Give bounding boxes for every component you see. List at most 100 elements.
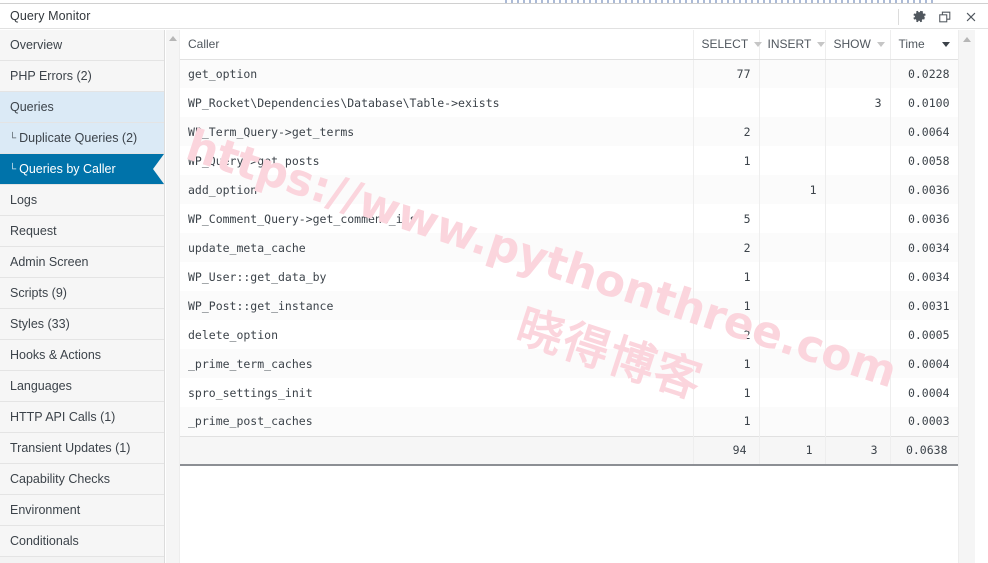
content-scrollbar[interactable] [958, 30, 975, 563]
sidebar-item-label: Languages [10, 379, 72, 393]
cell-select: 2 [693, 320, 760, 349]
cell-show [825, 291, 891, 320]
restore-button[interactable] [932, 5, 958, 29]
column-header-caller[interactable]: Caller [180, 30, 694, 60]
restore-icon [938, 10, 952, 24]
gear-icon [912, 9, 927, 24]
cell-select: 5 [693, 204, 760, 233]
sidebar-item-logs[interactable]: Logs [0, 185, 164, 216]
sidebar-item-label: Capability Checks [10, 472, 111, 486]
settings-button[interactable] [906, 5, 932, 29]
cell-select: 1 [693, 349, 760, 378]
caller-link[interactable]: add_option [180, 175, 694, 204]
sidebar-item-queries[interactable]: Queries [0, 92, 164, 123]
sidebar-item-label: Styles (33) [10, 317, 70, 331]
cell-insert [759, 378, 826, 407]
sidebar-item-hooks-actions[interactable]: Hooks & Actions [0, 340, 164, 371]
filter-caret-icon[interactable] [754, 41, 763, 47]
cell-insert [759, 291, 826, 320]
sidebar-item-overview[interactable]: Overview [0, 30, 164, 61]
sidebar-item-label: Overview [10, 38, 63, 52]
cell-insert [759, 88, 826, 117]
cell-insert [759, 117, 826, 146]
column-header-label: SHOW [833, 37, 871, 52]
cell-select: 1 [693, 291, 760, 320]
table-row: WP_Post::get_instance 1 0.0031 [180, 291, 959, 320]
cell-select: 1 [693, 378, 760, 407]
sidebar-item-label: Conditionals [10, 534, 79, 548]
cell-time: 0.0031 [890, 291, 959, 320]
caller-link[interactable]: WP_Post::get_instance [180, 291, 694, 320]
sidebar-item-styles-33[interactable]: Styles (33) [0, 309, 164, 340]
cell-time: 0.0036 [890, 175, 959, 204]
column-header-label: Time [898, 37, 925, 52]
sidebar-item-request[interactable]: Request [0, 216, 164, 247]
column-header-insert[interactable]: INSERT [759, 30, 826, 60]
cell-time: 0.0005 [890, 320, 959, 349]
sidebar-item-label: Environment [10, 503, 81, 517]
cell-show [825, 233, 891, 262]
cell-show [825, 146, 891, 175]
cell-select: 1 [693, 146, 760, 175]
content-left-gutter[interactable] [166, 30, 180, 563]
caller-link[interactable]: _prime_post_caches [180, 407, 694, 436]
cell-show [825, 407, 891, 436]
cell-show [825, 117, 891, 146]
caller-link[interactable]: _prime_term_caches [180, 349, 694, 378]
sidebar-item-environment[interactable]: Environment [0, 495, 164, 526]
table-row: WP_Term_Query->get_terms 2 0.0064 [180, 117, 959, 146]
column-header-select[interactable]: SELECT [693, 30, 763, 60]
caller-link[interactable]: WP_Comment_Query->get_comment_ids [180, 204, 694, 233]
column-header-show[interactable]: SHOW [825, 30, 891, 60]
caller-link[interactable]: spro_settings_init [180, 378, 694, 407]
scroll-up-arrow-icon[interactable] [169, 36, 177, 41]
cell-show [825, 204, 891, 233]
titlebar-divider [898, 8, 899, 25]
cell-select: 1 [693, 262, 760, 291]
titlebar-controls [896, 4, 984, 29]
sidebar-item-capability-checks[interactable]: Capability Checks [0, 464, 164, 495]
sort-desc-icon[interactable] [941, 41, 950, 47]
cell-time: 0.0034 [890, 233, 959, 262]
caller-link[interactable]: WP_Rocket\Dependencies\Database\Table->e… [180, 88, 694, 117]
total-select: 94 [693, 435, 760, 466]
table-row: _prime_post_caches 1 0.0003 [180, 407, 959, 436]
caller-link[interactable]: delete_option [180, 320, 694, 349]
sidebar-item-label: Queries by Caller [19, 162, 116, 176]
filter-caret-icon[interactable] [817, 41, 826, 47]
sidebar-item-php-errors-2[interactable]: PHP Errors (2) [0, 61, 164, 92]
panel-right-edge [975, 30, 988, 563]
cell-show [825, 59, 891, 88]
sidebar-item-transient-updates-1[interactable]: Transient Updates (1) [0, 433, 164, 464]
sidebar-item-label: Logs [10, 193, 38, 207]
close-button[interactable] [958, 5, 984, 29]
cell-select [693, 175, 760, 204]
sidebar-item-duplicate-queries-2[interactable]: └ Duplicate Queries (2) [0, 123, 164, 154]
caller-link[interactable]: WP_Query->get_posts [180, 146, 694, 175]
cell-show [825, 349, 891, 378]
panel-titlebar: Query Monitor [0, 4, 988, 29]
caller-link[interactable]: update_meta_cache [180, 233, 694, 262]
cell-insert [759, 320, 826, 349]
sidebar-item-http-api-calls-1[interactable]: HTTP API Calls (1) [0, 402, 164, 433]
sidebar-item-conditionals[interactable]: Conditionals [0, 526, 164, 557]
caller-link[interactable]: get_option [180, 59, 694, 88]
close-icon [964, 10, 978, 24]
column-header-label: SELECT [701, 37, 749, 52]
filter-caret-icon[interactable] [876, 41, 885, 47]
sidebar-item-languages[interactable]: Languages [0, 371, 164, 402]
table-header-row: Caller SELECT INSERT SHOW Time [180, 30, 959, 60]
scrollbar-up-arrow-icon[interactable] [963, 37, 971, 42]
sidebar-item-queries-by-caller[interactable]: └ Queries by Caller [0, 154, 164, 185]
cell-show: 3 [825, 88, 891, 117]
table-row: update_meta_cache 2 0.0034 [180, 233, 959, 262]
sidebar-item-scripts-9[interactable]: Scripts (9) [0, 278, 164, 309]
cell-time: 0.0034 [890, 262, 959, 291]
table-row: _prime_term_caches 1 0.0004 [180, 349, 959, 378]
caller-link[interactable]: WP_Term_Query->get_terms [180, 117, 694, 146]
sidebar-item-admin-screen[interactable]: Admin Screen [0, 247, 164, 278]
cell-time: 0.0004 [890, 349, 959, 378]
caller-link[interactable]: WP_User::get_data_by [180, 262, 694, 291]
column-header-time[interactable]: Time [890, 30, 959, 60]
sidebar-item-label: Hooks & Actions [10, 348, 102, 362]
